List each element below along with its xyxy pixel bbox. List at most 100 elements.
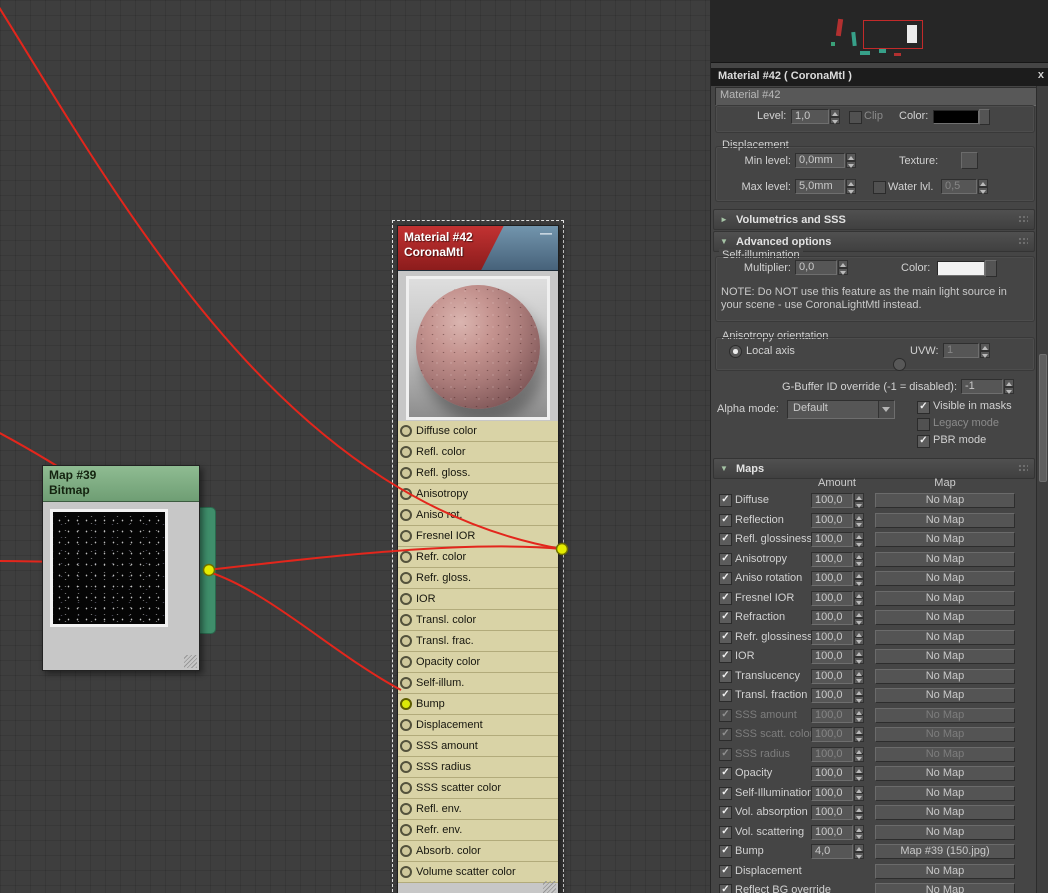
map-slot-button[interactable]: No Map — [875, 805, 1015, 820]
spinner-down-icon[interactable] — [838, 267, 848, 275]
spinner-up-icon[interactable] — [846, 153, 856, 161]
map-slot-button[interactable]: No Map — [875, 785, 1015, 801]
slot-socket-icon[interactable] — [400, 803, 412, 815]
spinner-down-icon[interactable] — [854, 559, 864, 567]
map-slot-button[interactable]: No Map — [875, 629, 1015, 645]
spinner-up-icon[interactable] — [830, 109, 840, 117]
spinner-up-icon[interactable] — [980, 343, 990, 351]
slot-socket-icon[interactable] — [400, 866, 412, 878]
spinner-up-icon[interactable] — [854, 532, 864, 540]
slot-socket-icon[interactable] — [400, 824, 412, 836]
map-slot-button[interactable]: No Map — [875, 727, 1015, 742]
slot-socket-icon[interactable] — [400, 782, 412, 794]
material-name-field[interactable]: Material #42 — [715, 87, 1041, 106]
material-input-slot[interactable]: Diffuse color — [398, 421, 558, 442]
material-input-slot[interactable]: Refl. env. — [398, 799, 558, 820]
spinner-down-icon[interactable] — [846, 160, 856, 168]
spinner-up-icon[interactable] — [854, 727, 864, 735]
spinner-up-icon[interactable] — [854, 688, 864, 696]
close-icon[interactable]: x — [1038, 69, 1044, 81]
slot-socket-icon[interactable] — [400, 761, 412, 773]
spinner-down-icon[interactable] — [854, 734, 864, 742]
spinner-down-icon[interactable] — [854, 676, 864, 684]
slot-socket-icon[interactable] — [400, 425, 412, 437]
material-input-slot[interactable]: Fresnel IOR — [398, 526, 558, 547]
map-channel-checkbox[interactable]: ✓ — [719, 533, 732, 546]
map-slot-button[interactable]: No Map — [875, 571, 1015, 586]
clip-checkbox[interactable] — [849, 111, 862, 124]
mini-viewport[interactable] — [711, 0, 1048, 63]
material-input-slot[interactable]: Displacement — [398, 715, 558, 736]
opacity-color-swatch[interactable] — [933, 110, 979, 124]
map-channel-checkbox[interactable]: ✓ — [719, 689, 732, 702]
map-slot-button[interactable]: No Map — [875, 551, 1015, 567]
material-input-slot[interactable]: Refr. color — [398, 547, 558, 568]
map-slot-button[interactable]: No Map — [875, 883, 1015, 893]
map-channel-checkbox[interactable]: ✓ — [719, 513, 732, 527]
slot-socket-icon[interactable] — [400, 572, 412, 584]
material-node[interactable]: — Material #42 CoronaMtl Diffuse color R… — [397, 225, 559, 893]
spinner-up-icon[interactable] — [854, 629, 864, 637]
material-input-slot[interactable]: Self-illum. — [398, 673, 558, 694]
map-amount-spinner[interactable]: 4,0 — [811, 844, 864, 859]
map-channel-checkbox[interactable]: ✓ — [719, 630, 732, 644]
local-axis-radio[interactable] — [729, 345, 742, 358]
color-side-button[interactable] — [979, 109, 990, 125]
spinner-down-icon[interactable] — [854, 617, 864, 625]
material-input-slot[interactable]: Transl. frac. — [398, 631, 558, 652]
material-input-slot[interactable]: Refr. env. — [398, 820, 558, 841]
map-channel-checkbox[interactable]: ✓ — [719, 845, 732, 858]
map-slot-button[interactable]: Map #39 (150.jpg) — [875, 844, 1015, 859]
spinner-up-icon[interactable] — [854, 785, 864, 793]
map-slot-button[interactable]: No Map — [875, 766, 1015, 781]
spinner-up-icon[interactable] — [854, 571, 864, 579]
spinner-down-icon[interactable] — [846, 186, 856, 194]
map-channel-checkbox[interactable]: ✓ — [719, 728, 732, 741]
option-checkbox[interactable] — [917, 418, 930, 431]
map-channel-checkbox[interactable]: ✓ — [719, 611, 732, 624]
map-slot-button[interactable]: No Map — [875, 863, 1015, 879]
map-channel-checkbox[interactable]: ✓ — [719, 767, 732, 780]
spinner-down-icon[interactable] — [854, 715, 864, 723]
map-channel-checkbox[interactable]: ✓ — [719, 806, 732, 819]
texture-slot-button[interactable] — [961, 152, 978, 169]
spinner-up-icon[interactable] — [854, 649, 864, 657]
uvw-spinner[interactable]: 1 — [943, 343, 990, 358]
map-slot-button[interactable]: No Map — [875, 532, 1015, 547]
map-amount-spinner[interactable]: 100,0 — [811, 707, 864, 723]
map-amount-spinner[interactable]: 100,0 — [811, 551, 864, 567]
panel-scrollbar[interactable] — [1036, 86, 1048, 893]
selfillum-color-swatch[interactable] — [937, 261, 985, 276]
map-amount-spinner[interactable]: 100,0 — [811, 688, 864, 703]
spinner-up-icon[interactable] — [846, 179, 856, 187]
scrollbar-thumb[interactable] — [1039, 354, 1047, 482]
map-amount-spinner[interactable]: 100,0 — [811, 785, 864, 801]
node-view-canvas[interactable] — [0, 0, 710, 893]
water-level-checkbox[interactable] — [873, 181, 886, 194]
resize-handle[interactable] — [543, 881, 556, 893]
rollout-volumetrics[interactable]: ► Volumetrics and SSS — [713, 209, 1035, 230]
slot-socket-icon[interactable] — [400, 446, 412, 458]
map-slot-button[interactable]: No Map — [875, 493, 1015, 508]
slot-socket-icon[interactable] — [400, 656, 412, 668]
map-amount-spinner[interactable]: 100,0 — [811, 571, 864, 586]
map-slot-button[interactable]: No Map — [875, 707, 1015, 723]
uvw-radio[interactable] — [893, 358, 906, 371]
gbuffer-spinner[interactable]: -1 — [961, 379, 1014, 394]
map-amount-spinner[interactable]: 100,0 — [811, 590, 864, 606]
spinner-down-icon[interactable] — [854, 754, 864, 762]
material-input-slot[interactable]: Opacity color — [398, 652, 558, 673]
spinner-up-icon[interactable] — [854, 824, 864, 832]
slot-socket-icon[interactable] — [400, 740, 412, 752]
map-node[interactable]: Map #39 Bitmap — [42, 465, 216, 671]
slot-socket-icon[interactable] — [400, 677, 412, 689]
map-slot-button[interactable]: No Map — [875, 688, 1015, 703]
max-level-spinner[interactable]: 5,0mm — [795, 179, 856, 194]
map-channel-checkbox[interactable]: ✓ — [719, 591, 732, 605]
panel-title-bar[interactable]: Material #42 ( CoronaMtl ) x — [711, 68, 1048, 86]
map-channel-checkbox[interactable]: ✓ — [719, 650, 732, 663]
material-input-slot[interactable]: Anisotropy — [398, 484, 558, 505]
slot-socket-icon[interactable] — [400, 845, 412, 857]
slot-socket-icon[interactable] — [400, 509, 412, 521]
alpha-mode-dropdown[interactable]: Default — [787, 400, 895, 419]
